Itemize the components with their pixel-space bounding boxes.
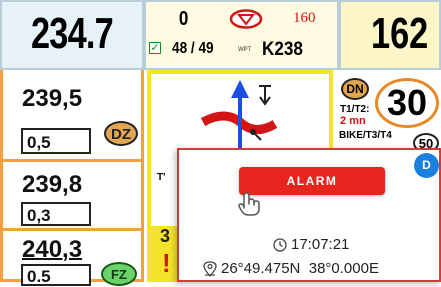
- row-divider: [0, 228, 144, 231]
- dz-badge: DZ: [104, 121, 138, 146]
- waypoint-count: 48 / 49: [172, 40, 214, 57]
- fz-badge: FZ: [101, 262, 137, 286]
- counter-value: 0: [178, 8, 189, 30]
- bike-category-label: BIKE/T3/T4: [339, 130, 392, 141]
- location-pin-icon: [203, 261, 217, 277]
- waypoint-code: K238: [262, 39, 303, 60]
- alarm-time: 17:07:21: [291, 236, 350, 253]
- waypoint-tag: WPT: [238, 47, 252, 53]
- sub-distance-2: 0,3: [27, 206, 51, 225]
- distance-total-panel: 234.7: [0, 0, 144, 70]
- alarm-coordinates: 26°49.475N 38°0.000E: [221, 260, 379, 277]
- distance-row-3[interactable]: 240,3: [22, 236, 82, 264]
- danger-warning-icon: [229, 9, 263, 29]
- hazard-exclamation-icon: !: [162, 248, 171, 278]
- distance-row-2[interactable]: 239,8: [22, 171, 82, 199]
- row-divider: [0, 159, 144, 162]
- t1t2-label: T1/T2:: [340, 104, 370, 115]
- sub-distance-1: 0,5: [27, 133, 51, 152]
- distance-row-1[interactable]: 239,5: [22, 85, 82, 113]
- alarm-dialog: ALARM 17:07:21 26°49.475N 38°0.000E: [177, 148, 441, 282]
- speed-panel: 162: [339, 0, 441, 70]
- waypoint-checkbox[interactable]: ✓: [149, 42, 161, 54]
- corner-badge[interactable]: D: [414, 153, 439, 178]
- nav-note: T': [157, 172, 166, 183]
- sub-distance-3: 0.5: [27, 267, 51, 286]
- speed-limit: 160: [293, 10, 316, 26]
- dn-badge: DN: [341, 78, 369, 100]
- sub-distance-box-2: 0,3: [21, 202, 91, 226]
- speed-circle: 30: [375, 78, 439, 128]
- tap-hand-icon: [238, 192, 260, 216]
- time-window: 2 mn: [340, 115, 366, 127]
- current-speed: 162: [371, 9, 429, 58]
- distance-total: 234.7: [31, 9, 114, 58]
- sub-distance-box-3: 0.5: [21, 264, 91, 286]
- sub-distance-box-1: 0,5: [21, 128, 91, 154]
- heading-arrow: [231, 80, 249, 98]
- clock-icon: [273, 238, 287, 252]
- hazard-number: 3: [160, 226, 171, 246]
